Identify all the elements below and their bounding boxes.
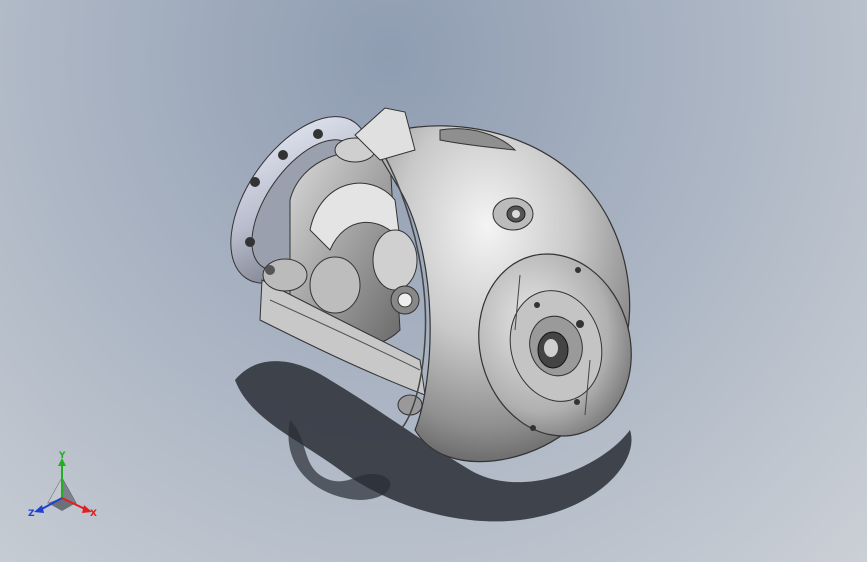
- z-axis-arrow: [34, 505, 44, 513]
- orientation-triad: Y X Z: [28, 451, 97, 519]
- 3d-viewport[interactable]: Y X Z: [0, 0, 867, 562]
- x-axis-label: X: [90, 509, 97, 519]
- y-axis-label: Y: [58, 451, 66, 461]
- z-axis-label: Z: [28, 509, 35, 519]
- 3d-model-view[interactable]: [0, 0, 867, 562]
